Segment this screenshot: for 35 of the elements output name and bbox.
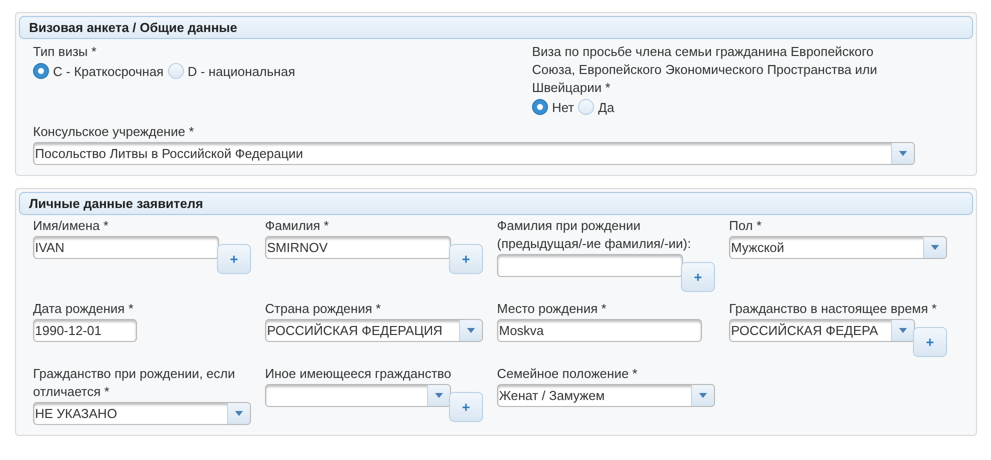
field-label: Иное имеющееся гражданство [265,365,452,383]
input-field[interactable]: SMIRNOV [265,236,451,259]
field-label: Семейное положение * [497,365,638,383]
radio-label: D - национальная [188,64,296,78]
section-header: Личные данные заявителя [19,192,973,215]
field-label: Гражданство при рождении, если отличается * [33,365,236,401]
add-button[interactable]: + [217,244,251,274]
select-field[interactable]: РОССИЙСКАЯ ФЕДЕРАЦИЯ [265,319,483,342]
select-field[interactable]: НЕ УКАЗАНО [33,402,251,425]
field-label: Имя/имена * [33,217,108,235]
add-button[interactable]: + [449,244,483,274]
radio-label: C - Краткосрочная [53,64,164,78]
field-label: Виза по просьбе члена семьи гражданина Европейского Союза, Европейского Экономического Пространства или Швейцарии * [532,43,878,97]
field-label: Консульское учреждение * [33,123,194,141]
field-label: Дата рождения * [33,300,134,318]
input-field[interactable]: Moskva [497,319,702,342]
radio-label: Нет [552,100,574,114]
field-label: Тип визы * [33,43,96,61]
field-label: Пол * [729,217,762,235]
date-field[interactable]: 1990-12-01 [33,319,137,342]
input-field[interactable]: IVAN [33,236,219,259]
section-header: Визовая анкета / Общие данные [19,16,973,39]
field-label: Фамилия * [265,217,329,235]
add-button[interactable]: + [913,327,947,357]
field-label: Фамилия при рождении (предыдущая/-ие фамилия/-ии): [497,217,692,253]
add-button[interactable]: + [681,262,715,292]
select-field[interactable]: РОССИЙСКАЯ ФЕДЕРА [729,319,915,342]
radio-label: Да [598,100,614,114]
add-button[interactable]: + [449,392,483,422]
select-field[interactable]: Мужской [729,236,947,259]
field-label: Страна рождения * [265,300,381,318]
select-field[interactable]: Женат / Замужем [497,384,715,407]
field-label: Место рождения * [497,300,606,318]
field-label: Гражданство в настоящее время * [729,300,937,318]
select-field[interactable]: Посольство Литвы в Российской Федерации [33,142,915,165]
